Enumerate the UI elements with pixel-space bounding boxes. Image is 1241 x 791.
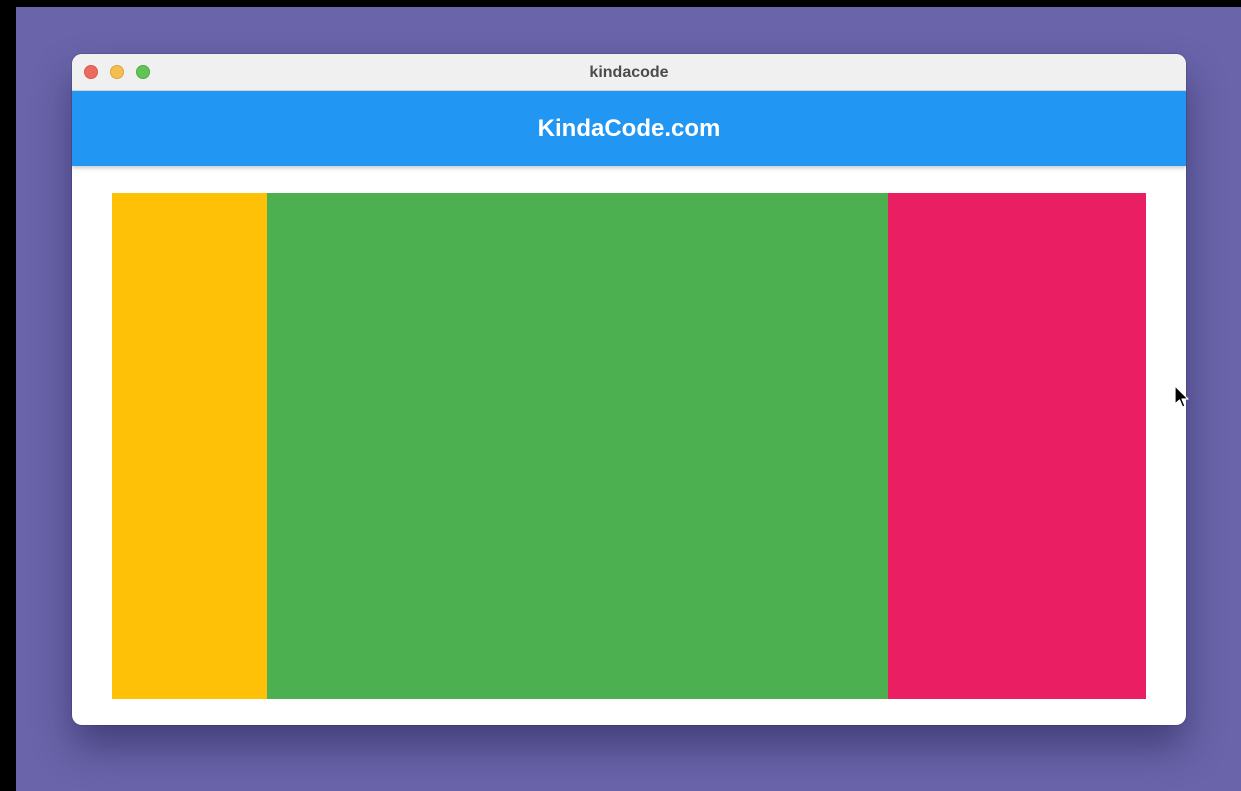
- app-bar-title: KindaCode.com: [537, 115, 721, 142]
- window-titlebar[interactable]: kindacode: [72, 54, 1186, 91]
- cursor-icon: [1174, 385, 1189, 408]
- app-bar: KindaCode.com: [72, 91, 1186, 166]
- app-window: kindacode KindaCode.com: [72, 54, 1186, 725]
- amber-block: [112, 193, 267, 699]
- window-title: kindacode: [589, 64, 669, 81]
- content-row: [112, 193, 1146, 699]
- pink-block: [888, 193, 1146, 699]
- green-block: [267, 193, 888, 699]
